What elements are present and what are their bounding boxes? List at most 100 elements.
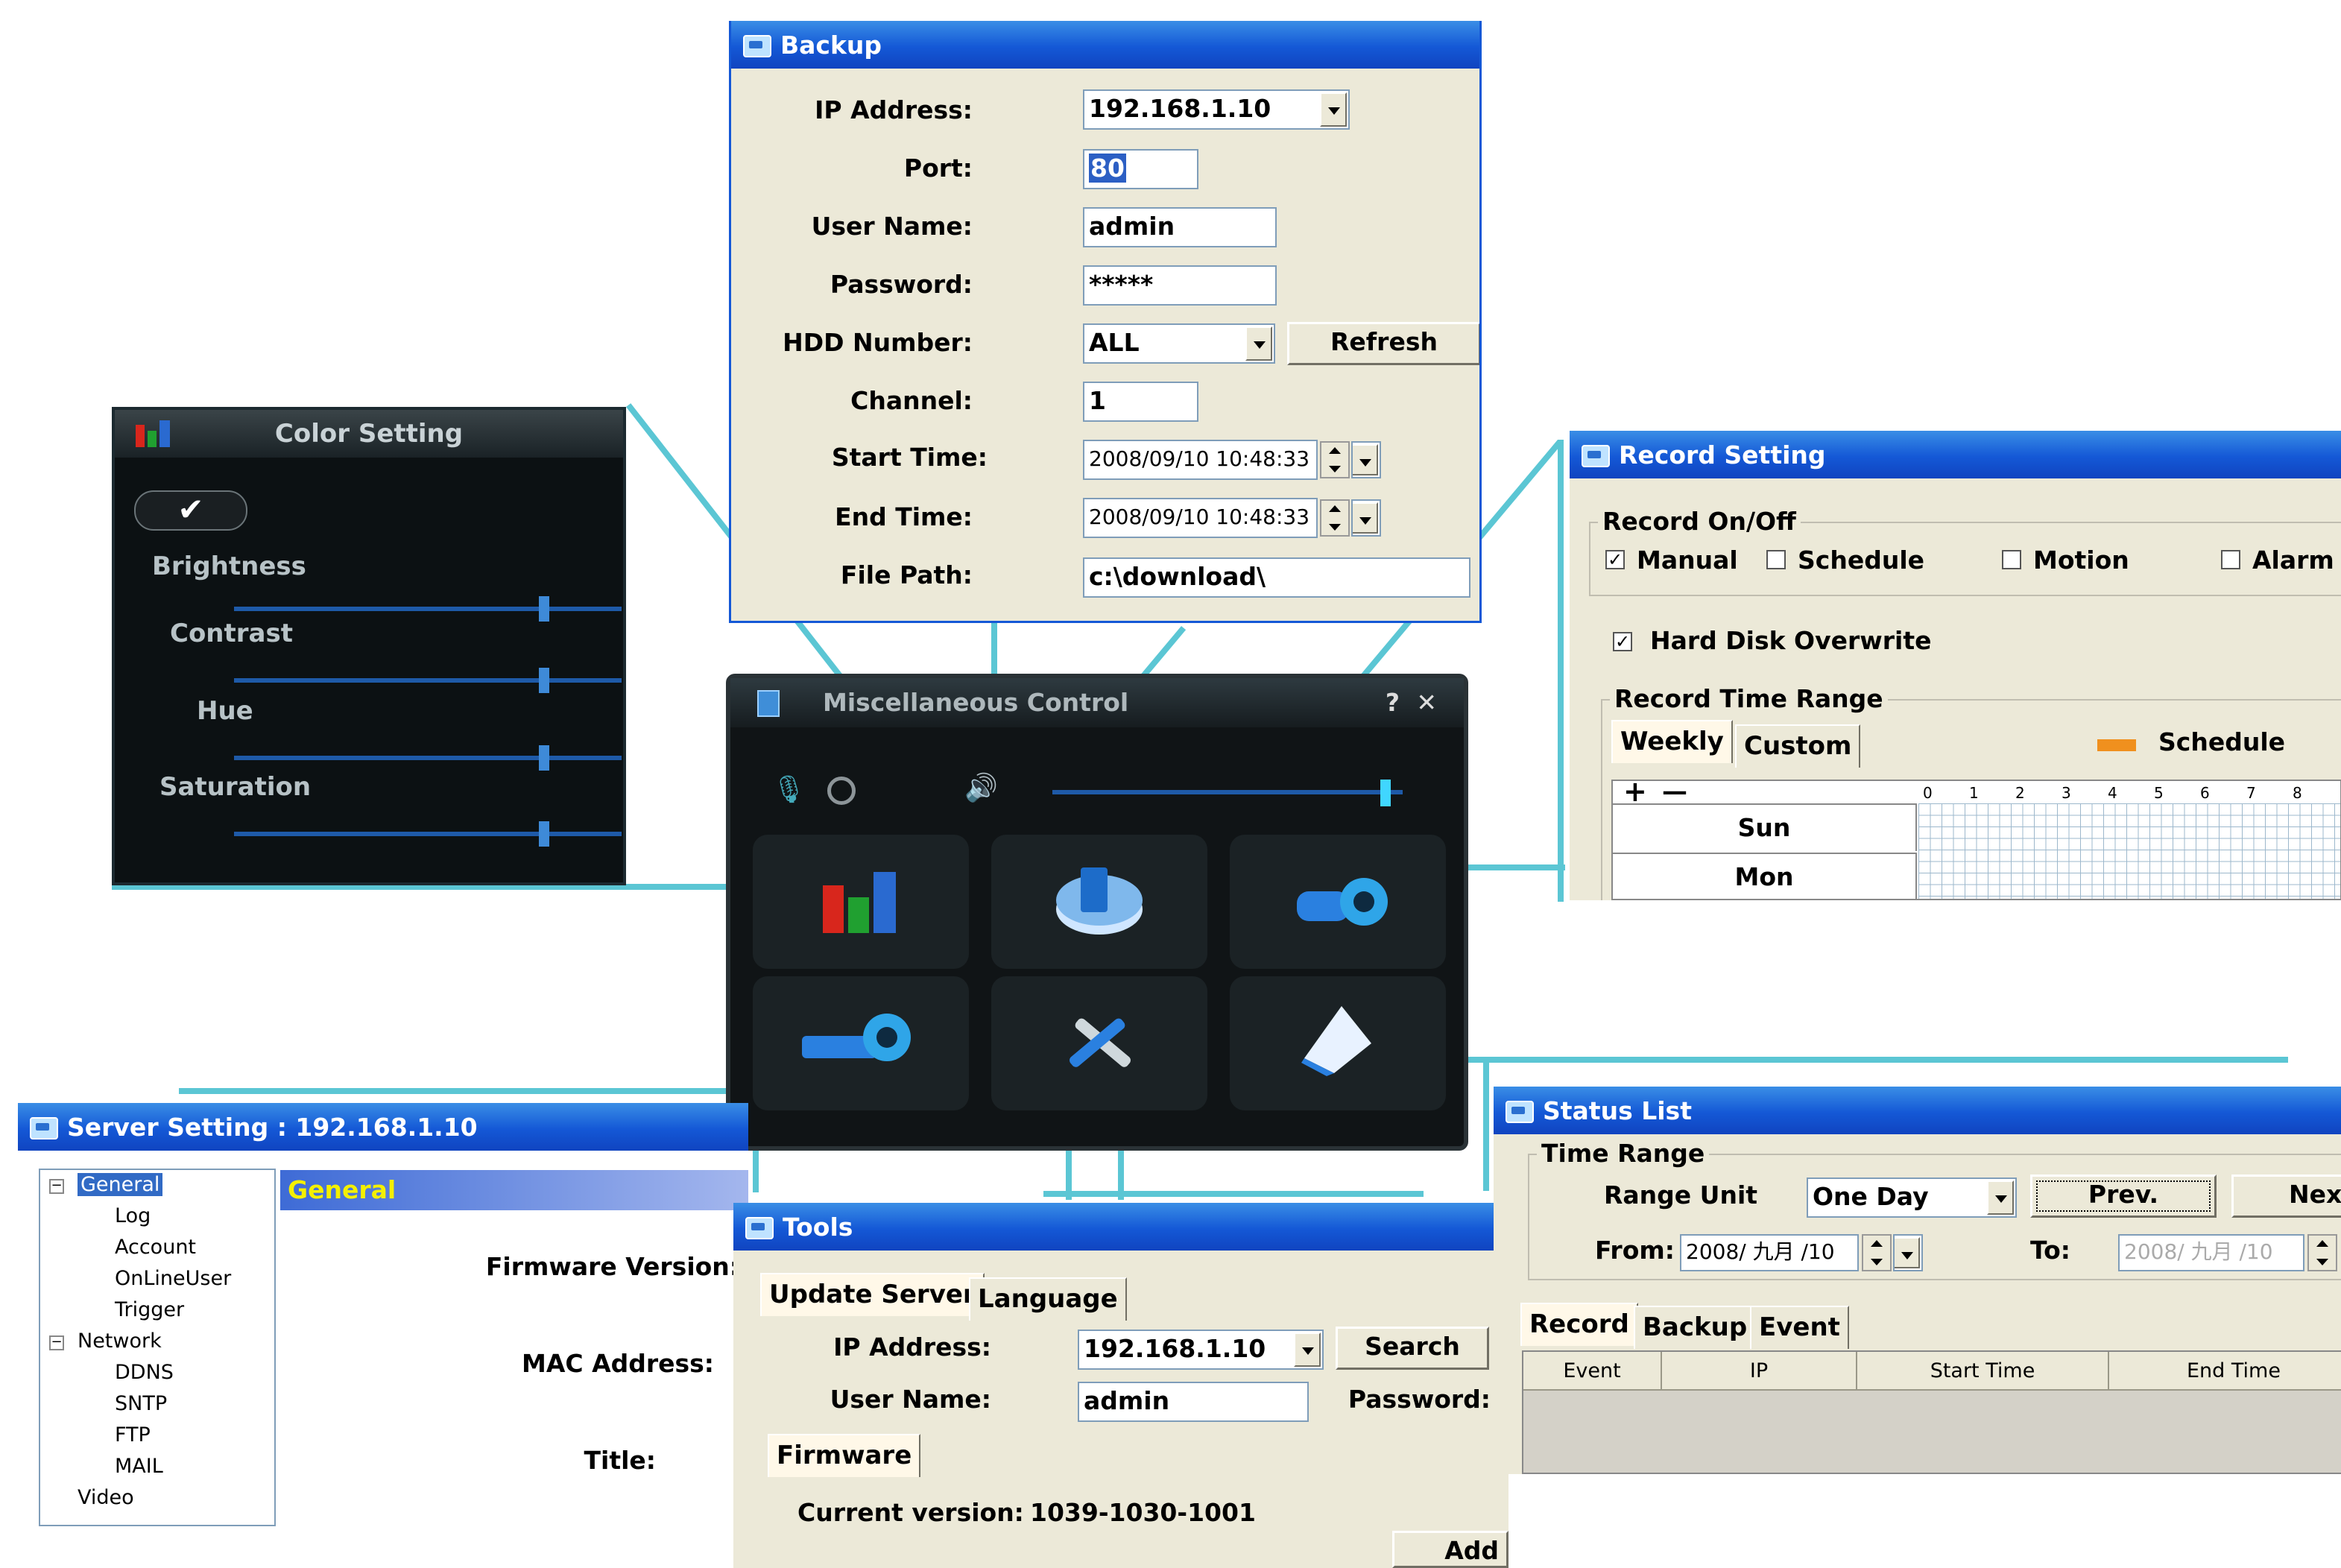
column-header-end-time[interactable]: End Time — [2109, 1352, 2341, 1391]
ip-address-select[interactable]: 192.168.1.10 — [1083, 89, 1350, 130]
tree-item-mail[interactable]: MAIL — [115, 1455, 163, 1478]
tree-item-video[interactable]: Video — [78, 1486, 134, 1509]
tree-item-onlineuser[interactable]: OnLineUser — [115, 1267, 231, 1290]
manual-checkbox[interactable]: ✓ — [1605, 550, 1625, 569]
record-setting-tile[interactable] — [1230, 835, 1446, 969]
status-list-tile[interactable] — [1230, 976, 1446, 1110]
password-input[interactable]: ***** — [1083, 265, 1277, 306]
file-path-input[interactable]: c:\download\ — [1083, 557, 1470, 598]
window-icon — [744, 1214, 774, 1239]
zoom-out-icon[interactable]: — — [1662, 777, 1687, 806]
slider-thumb[interactable] — [539, 821, 549, 847]
tree-item-log[interactable]: Log — [115, 1204, 151, 1227]
status-table[interactable]: Event IP Start Time End Time — [1522, 1350, 2341, 1474]
column-header-event[interactable]: Event — [1523, 1352, 1662, 1391]
next-button[interactable]: Nex — [2231, 1175, 2341, 1218]
column-header-start-time[interactable]: Start Time — [1857, 1352, 2109, 1391]
schedule-grid[interactable]: + — 0 1 2 3 4 5 6 7 8 Sun Mon — [1611, 775, 2341, 900]
slider-thumb[interactable] — [539, 596, 549, 622]
tab-firmware[interactable]: Firmware — [768, 1434, 921, 1477]
chevron-down-icon[interactable] — [1353, 444, 1378, 475]
schedule-legend-swatch — [2097, 739, 2136, 751]
help-icon[interactable]: ? — [1386, 678, 1400, 727]
chevron-down-icon[interactable] — [1895, 1237, 1920, 1268]
tree-item-ddns[interactable]: DDNS — [115, 1361, 174, 1384]
column-header-ip[interactable]: IP — [1662, 1352, 1857, 1391]
tools-ip-address-select[interactable]: 192.168.1.10 — [1078, 1330, 1324, 1370]
tree-item-network[interactable]: Network — [78, 1330, 162, 1353]
chevron-down-icon[interactable] — [1245, 326, 1272, 361]
saturation-slider[interactable] — [234, 821, 622, 847]
end-time-dropdown[interactable] — [1351, 499, 1381, 537]
schedule-label: Schedule — [1798, 546, 1925, 575]
mac-address-label: MAC Address: — [521, 1349, 714, 1378]
from-date-input[interactable]: 2008/ 九月 /10 — [1680, 1234, 1859, 1271]
collapse-icon[interactable]: − — [49, 1335, 64, 1350]
motion-checkbox[interactable] — [2002, 550, 2021, 569]
hard-disk-overwrite-checkbox[interactable]: ✓ — [1613, 632, 1632, 651]
color-setting-tile[interactable] — [753, 835, 969, 969]
range-unit-select[interactable]: One Day — [1807, 1177, 2017, 1218]
tab-update-server[interactable]: Update Server — [760, 1273, 985, 1316]
tab-record[interactable]: Record — [1520, 1303, 1638, 1346]
alarm-label: Alarm — [2252, 546, 2334, 575]
start-time-dropdown[interactable] — [1351, 441, 1381, 478]
tree-item-general[interactable]: General — [78, 1173, 163, 1196]
close-icon[interactable]: ✕ — [1416, 678, 1437, 727]
end-time-input[interactable]: 2008/09/10 10:48:33 — [1083, 498, 1318, 538]
slider-thumb[interactable] — [539, 745, 549, 771]
file-path-label: File Path: — [840, 560, 973, 589]
end-time-label: End Time: — [835, 502, 973, 531]
tree-item-account[interactable]: Account — [115, 1236, 196, 1259]
microphone-icon[interactable]: 🎙 — [772, 774, 806, 805]
tab-language[interactable]: Language — [969, 1277, 1127, 1321]
start-time-spinner[interactable] — [1320, 441, 1350, 478]
end-time-spinner[interactable] — [1320, 499, 1350, 537]
brightness-slider[interactable] — [234, 596, 622, 622]
volume-slider[interactable] — [1052, 780, 1403, 806]
hdd-number-select[interactable]: ALL — [1083, 323, 1275, 364]
add-button[interactable]: Add — [1392, 1531, 1508, 1568]
tab-backup[interactable]: Backup — [1634, 1306, 1757, 1349]
from-date-dropdown[interactable] — [1893, 1234, 1923, 1271]
password-label: Password: — [830, 270, 973, 299]
backup-tile[interactable] — [991, 835, 1207, 969]
chevron-down-icon[interactable] — [1987, 1180, 2014, 1215]
username-input[interactable]: admin — [1083, 207, 1277, 247]
window-icon — [1504, 1098, 1534, 1123]
refresh-button[interactable]: Refresh — [1287, 322, 1479, 365]
chevron-down-icon[interactable] — [1320, 92, 1347, 127]
tree-item-trigger[interactable]: Trigger — [115, 1298, 184, 1321]
prev-button[interactable]: Prev. — [2030, 1175, 2217, 1218]
current-version-value: 1039-1030-1001 — [1030, 1498, 1256, 1527]
slider-thumb[interactable] — [1380, 780, 1391, 806]
port-input[interactable]: 80 — [1083, 149, 1198, 189]
tree-item-sntp[interactable]: SNTP — [115, 1392, 167, 1415]
search-button[interactable]: Search — [1336, 1327, 1489, 1370]
schedule-checkbox[interactable] — [1766, 550, 1786, 569]
slider-thumb[interactable] — [539, 668, 549, 693]
schedule-cells[interactable] — [1918, 803, 2340, 899]
contrast-slider[interactable] — [234, 668, 622, 693]
color-slider-list: Brightness Contrast Hue Saturation — [115, 544, 623, 882]
chevron-down-icon[interactable] — [1294, 1333, 1321, 1367]
backup-title: Backup — [780, 30, 882, 60]
from-date-spinner[interactable] — [1862, 1234, 1892, 1271]
start-time-input[interactable]: 2008/09/10 10:48:33 — [1083, 440, 1318, 480]
tools-tile[interactable] — [991, 976, 1207, 1110]
hue-slider[interactable] — [234, 745, 622, 771]
recording-icon[interactable] — [827, 777, 856, 805]
collapse-icon[interactable]: − — [49, 1179, 64, 1194]
tools-username-input[interactable]: admin — [1078, 1382, 1309, 1422]
tab-event[interactable]: Event — [1750, 1306, 1849, 1349]
tab-weekly[interactable]: Weekly — [1611, 720, 1733, 763]
color-slider-row: Contrast — [130, 619, 629, 693]
confirm-button[interactable]: ✔ — [134, 490, 247, 531]
tools-username-label: User Name: — [830, 1385, 991, 1414]
tree-item-ftp[interactable]: FTP — [115, 1423, 151, 1447]
chevron-down-icon[interactable] — [1353, 502, 1378, 534]
server-setting-tile[interactable] — [753, 976, 969, 1110]
tab-custom[interactable]: Custom — [1735, 724, 1861, 768]
alarm-checkbox[interactable] — [2221, 550, 2240, 569]
channel-input[interactable]: 1 — [1083, 382, 1198, 422]
